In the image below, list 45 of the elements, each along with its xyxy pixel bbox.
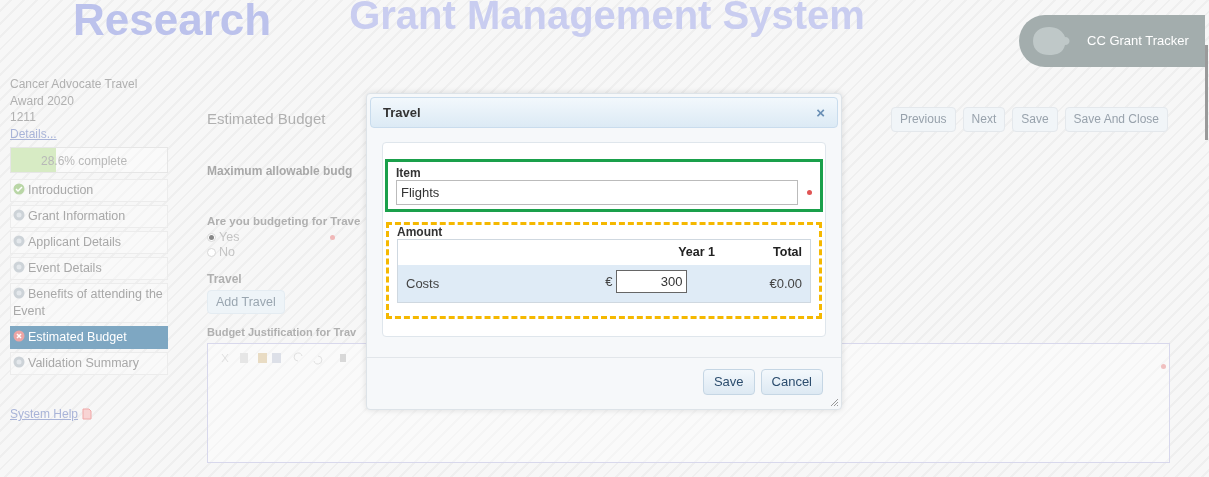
sidebar-item[interactable]: Grant Information — [10, 205, 168, 228]
badge-label: CC Grant Tracker — [1087, 32, 1189, 51]
award-text: 1211 — [10, 109, 37, 126]
sidebar-item[interactable]: Estimated Budget — [10, 326, 168, 349]
radio-button[interactable] — [207, 233, 216, 243]
dialog-button[interactable]: Save — [702, 369, 755, 395]
field-label: Maximum allowable budg — [207, 163, 353, 180]
sidebar-item[interactable]: Validation Summary — [10, 352, 168, 375]
resize-grip-icon[interactable] — [830, 398, 839, 407]
nav-button[interactable]: Next — [962, 106, 1006, 132]
award-text: Cancer Advocate Travel — [10, 76, 139, 93]
sidebar-item[interactable]: Event Details — [10, 257, 168, 280]
field-label: Budget Justification for Trav — [207, 325, 357, 341]
nav-button[interactable]: Save And Close — [1064, 106, 1168, 132]
currency-symbol: € — [605, 272, 613, 291]
item-field[interactable]: Flights — [396, 180, 798, 205]
sidebar-item[interactable]: Applicant Details — [10, 231, 168, 254]
cross-icon — [13, 330, 25, 342]
dialog-title: Travel — [383, 103, 421, 122]
sidebar-item[interactable]: Benefits of attending the Event — [10, 283, 168, 323]
add-button[interactable]: Add Travel — [207, 290, 285, 315]
field-label: Amount — [397, 225, 444, 239]
table-cell-text: Costs — [406, 274, 440, 293]
radio-button[interactable] — [207, 248, 216, 258]
column-header: Total — [773, 244, 802, 262]
help-link[interactable]: System Help — [10, 405, 79, 423]
progress-label: 28.6% complete — [41, 153, 128, 170]
nav-button[interactable]: Save — [1012, 106, 1058, 132]
close-button[interactable]: × — [816, 105, 825, 120]
column-header: Year 1 — [677, 244, 715, 262]
table-cell-text: €0.00 — [769, 274, 802, 293]
award-text: Award 2020 — [10, 92, 75, 109]
dialog-button[interactable]: Cancel — [760, 369, 823, 395]
logo-text: Research — [73, 0, 272, 44]
nav-button[interactable]: Previous — [890, 106, 956, 132]
sidebar-item[interactable]: Introduction — [10, 179, 168, 202]
question-text: Are you budgeting for Trave — [207, 214, 361, 229]
field-label: Travel — [207, 271, 242, 289]
scrollbar[interactable] — [1205, 45, 1208, 140]
field-label: Item — [396, 166, 422, 180]
cost-field[interactable]: 300 — [616, 270, 688, 293]
document-icon — [82, 408, 93, 420]
section-heading: Estimated Budget — [207, 108, 326, 129]
check-icon — [13, 183, 25, 195]
details-link[interactable]: Details... — [10, 125, 57, 142]
